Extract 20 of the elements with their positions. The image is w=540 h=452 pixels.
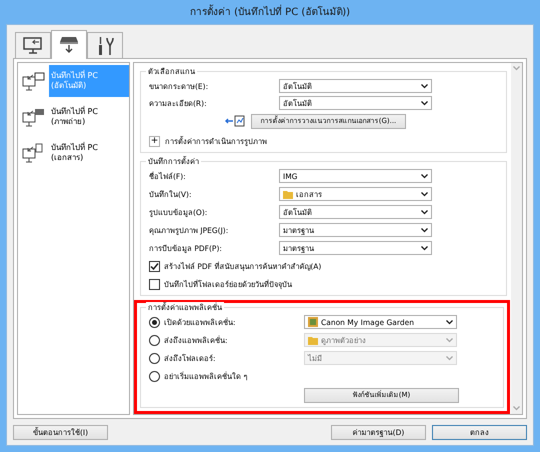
tab[interactable] [87, 32, 123, 58]
window-title: การตั้งค่า (บันทึกไปที่ PC (อัตโนมัติ)) [190, 6, 350, 18]
save-to-pc-icon [22, 71, 46, 91]
app-icon [308, 317, 318, 327]
tab[interactable] [15, 32, 51, 58]
computer-icon [23, 36, 43, 54]
expand-button[interactable]: + [149, 136, 160, 146]
mode-list-item[interactable]: บันทึกไปที่ PC (ภาพถ่าย) [49, 101, 129, 133]
scrollbar[interactable] [511, 63, 522, 414]
folder-icon [283, 190, 293, 198]
orientation-icon [225, 115, 245, 127]
tab[interactable] [51, 30, 87, 59]
checkbox[interactable] [149, 260, 160, 272]
folder-icon [308, 336, 318, 344]
scanner-icon [59, 36, 79, 54]
checkbox[interactable] [149, 278, 160, 290]
save-to-pc-icon [22, 107, 46, 127]
mode-list-item[interactable]: บันทึกไปที่ PC (เอกสาร) [49, 137, 129, 169]
radio-button[interactable] [149, 370, 160, 382]
radio-button[interactable] [149, 316, 160, 328]
